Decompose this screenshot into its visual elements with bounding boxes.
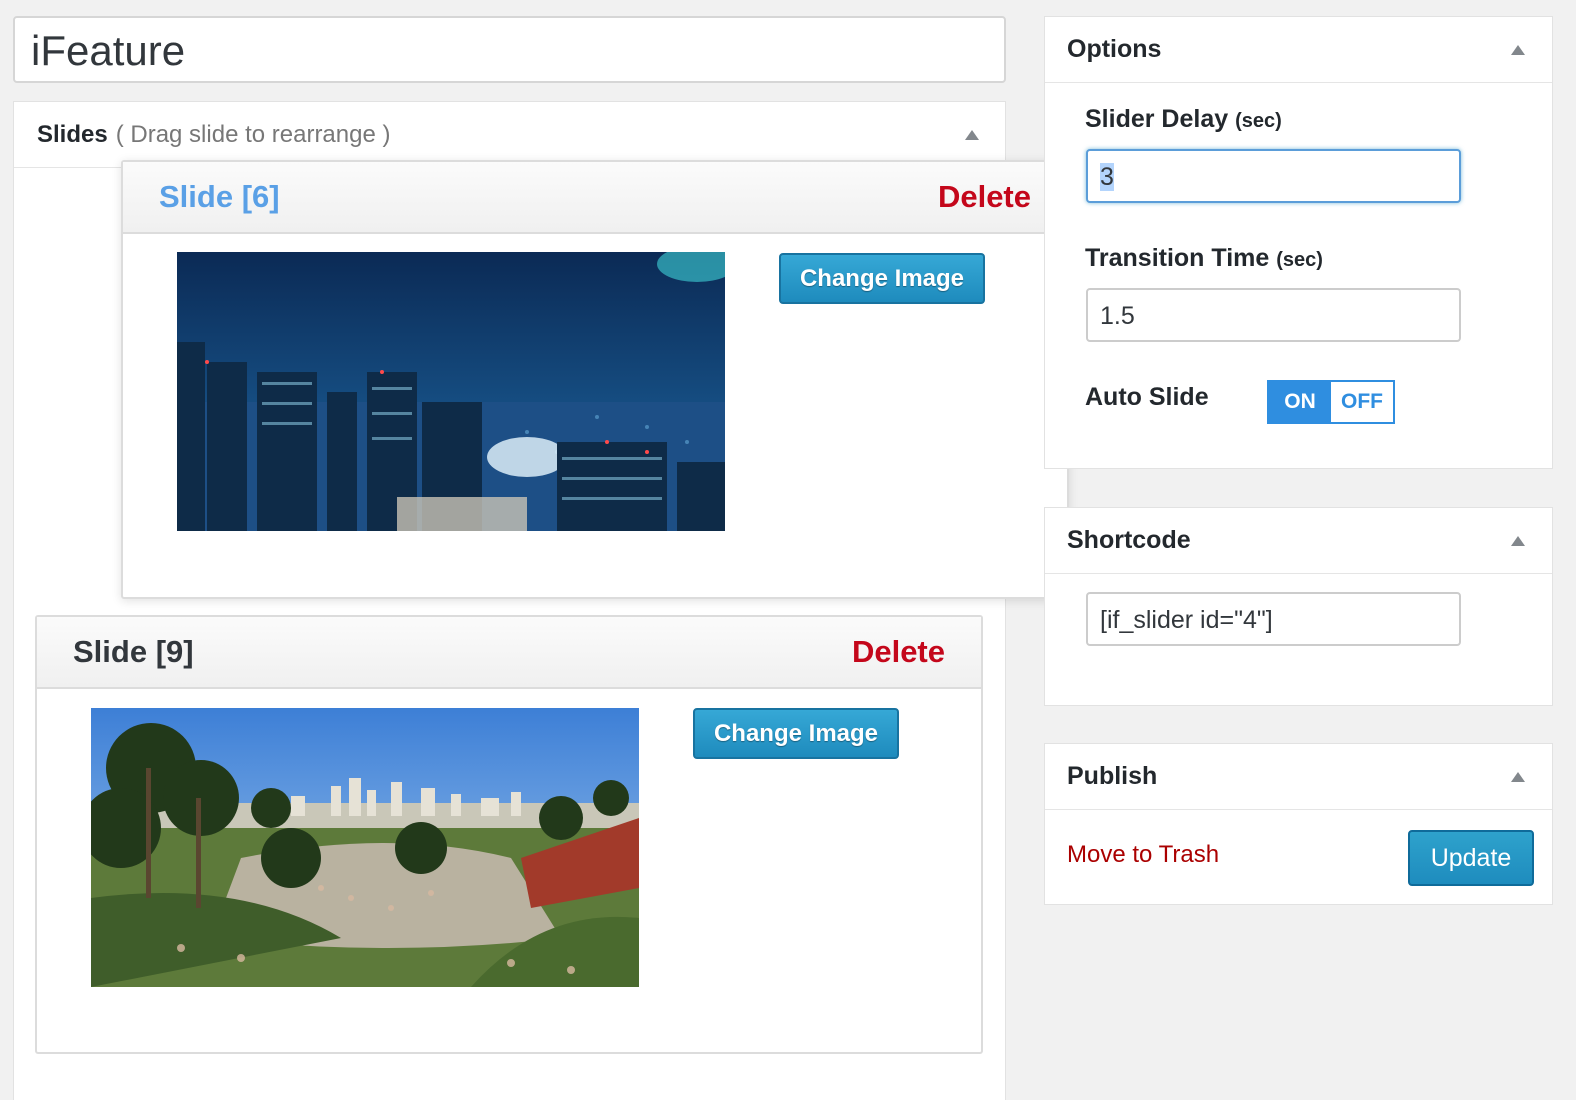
delete-slide-link[interactable]: Delete (852, 634, 945, 670)
change-image-button[interactable]: Change Image (693, 708, 899, 759)
auto-slide-label: Auto Slide (1085, 383, 1209, 411)
slide-card[interactable]: Slide [9] Delete Change Image (35, 615, 983, 1054)
options-title: Options (1067, 35, 1162, 63)
city-photo-icon (177, 252, 725, 531)
shortcode-header[interactable]: Shortcode (1045, 508, 1552, 574)
slides-drag-hint: ( Drag slide to rearrange ) (115, 120, 391, 148)
slider-delay-label: Slider Delay (sec) (1085, 105, 1282, 133)
transition-time-label: Transition Time (sec) (1085, 244, 1323, 272)
collapse-arrow-icon[interactable] (1511, 45, 1525, 55)
slides-panel-header[interactable]: Slides ( Drag slide to rearrange ) (14, 102, 1005, 168)
delete-slide-link[interactable]: Delete (938, 179, 1031, 215)
slider-delay-input[interactable]: 3 (1086, 149, 1461, 203)
publish-header[interactable]: Publish (1045, 744, 1552, 810)
toggle-on[interactable]: ON (1269, 382, 1331, 422)
collapse-arrow-icon[interactable] (965, 130, 979, 140)
publish-title: Publish (1067, 762, 1158, 790)
options-header[interactable]: Options (1045, 17, 1552, 83)
options-box: Options Slider Delay (sec) 3 Transition … (1044, 16, 1553, 469)
publish-box: Publish Move to Trash Update (1044, 743, 1553, 905)
move-to-trash-link[interactable]: Move to Trash (1067, 841, 1219, 869)
slide-image (177, 252, 725, 531)
update-button[interactable]: Update (1408, 830, 1534, 886)
collapse-arrow-icon[interactable] (1511, 536, 1525, 546)
transition-time-input[interactable]: 1.5 (1086, 288, 1461, 342)
slide-header[interactable]: Slide [9] Delete (37, 617, 981, 689)
slide-card-dragging[interactable]: Slide [6] Delete Change Image (121, 160, 1069, 599)
slides-panel-title: Slides (37, 120, 108, 148)
slide-title: Slide [9] (73, 634, 194, 669)
auto-slide-toggle[interactable]: ON OFF (1267, 380, 1395, 424)
shortcode-field[interactable]: [if_slider id="4"] (1086, 592, 1461, 646)
slide-image (91, 708, 639, 987)
slide-header[interactable]: Slide [6] Delete (123, 162, 1067, 234)
shortcode-box: Shortcode [if_slider id="4"] (1044, 507, 1553, 706)
post-title-input[interactable]: iFeature (13, 16, 1006, 83)
shortcode-title: Shortcode (1067, 526, 1191, 554)
change-image-button[interactable]: Change Image (779, 253, 985, 304)
collapse-arrow-icon[interactable] (1511, 772, 1525, 782)
park-photo-icon (91, 708, 639, 987)
toggle-off[interactable]: OFF (1331, 382, 1393, 422)
slide-title: Slide [6] (159, 179, 280, 214)
